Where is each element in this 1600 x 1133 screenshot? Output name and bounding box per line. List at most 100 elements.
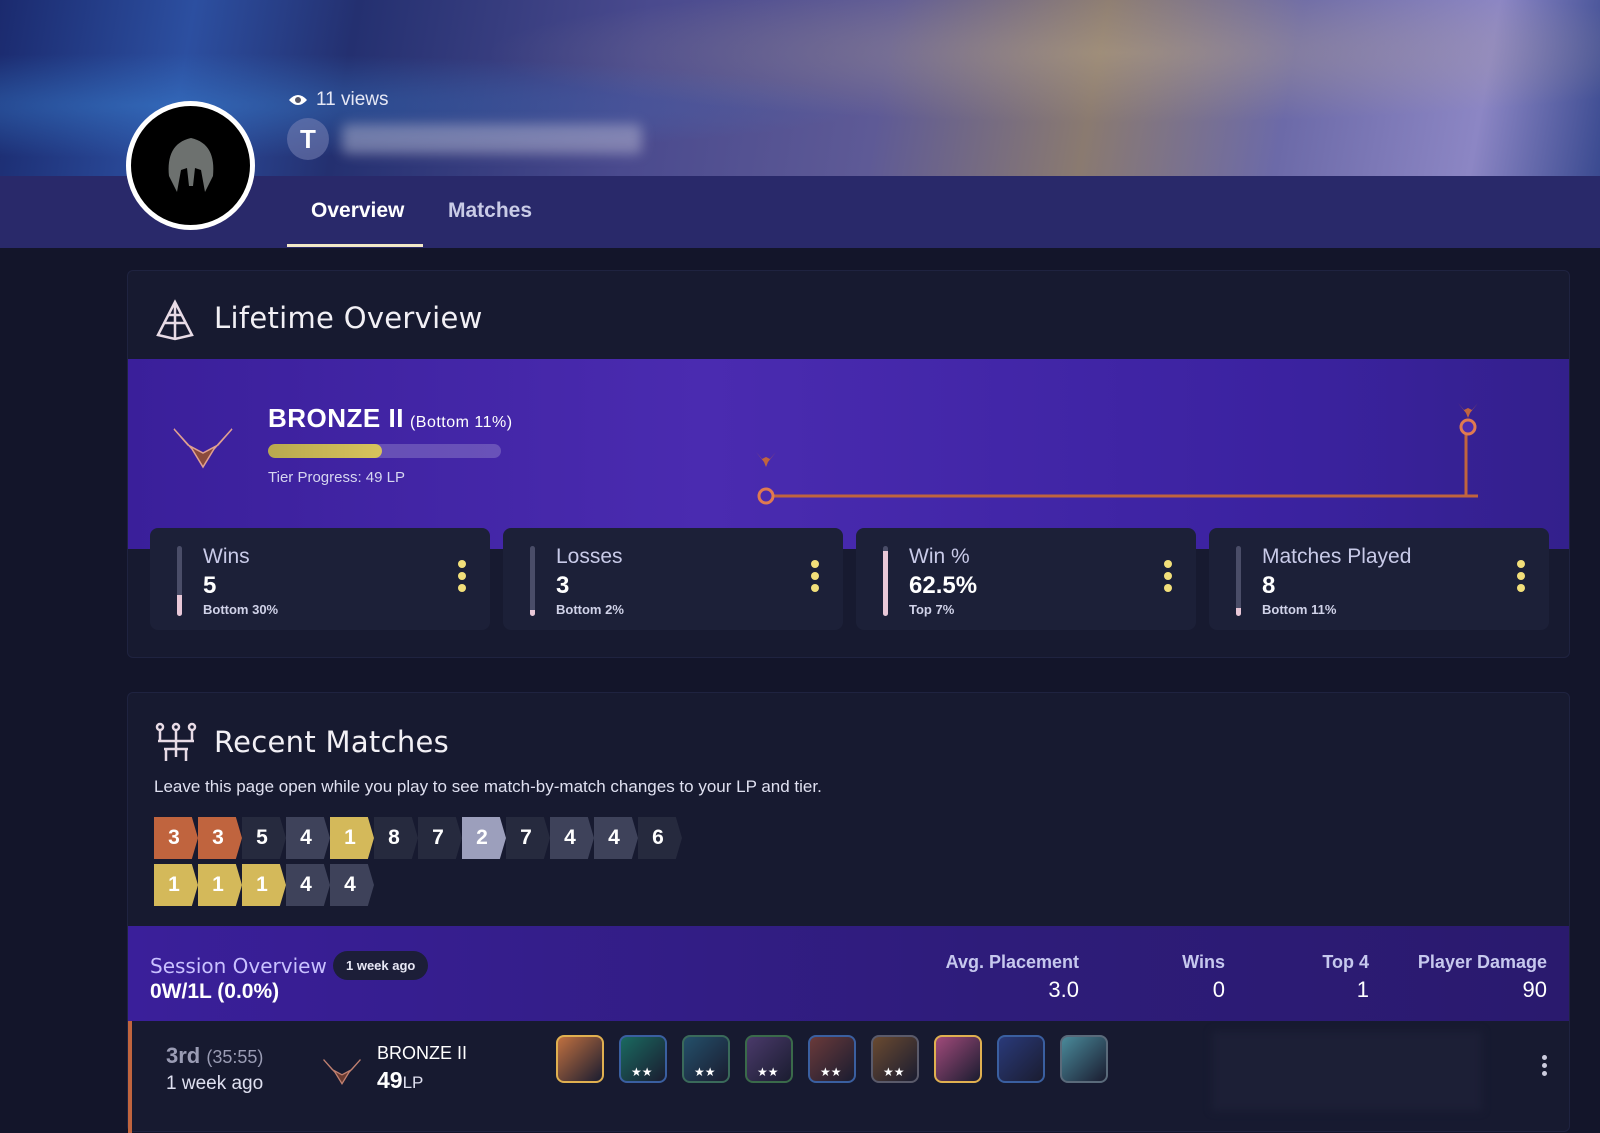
- placement-chip[interactable]: 1: [154, 864, 198, 906]
- placement-chip[interactable]: 1: [330, 817, 374, 859]
- bronze-rank-emblem-icon: [173, 428, 233, 469]
- stat-card-matches-played: Matches Played 8 Bottom 11%: [1209, 528, 1549, 630]
- session-wins: Wins 0: [1182, 952, 1225, 1002]
- stat-label: Matches Played: [1262, 545, 1412, 568]
- session-avg-placement: Avg. Placement 3.0: [945, 952, 1079, 1002]
- helmet-icon: [168, 137, 213, 192]
- avatar: [126, 101, 255, 230]
- card-title: Lifetime Overview: [214, 301, 483, 335]
- redacted-traits: [1212, 1031, 1482, 1111]
- stat-percentile: Bottom 11%: [1262, 602, 1337, 617]
- session-overview: Session Overview 1 week ago 0W/1L (0.0%)…: [128, 926, 1569, 1021]
- champion-unit-icon[interactable]: ★★: [745, 1035, 793, 1083]
- placement-chip[interactable]: 4: [594, 817, 638, 859]
- stat-percentile-bar: [177, 546, 182, 616]
- tier-progress-bar: [268, 444, 501, 458]
- champion-unit-icon[interactable]: [556, 1035, 604, 1083]
- lp-point[interactable]: [757, 487, 775, 505]
- stat-percentile-bar: [1236, 546, 1241, 616]
- placement-chip[interactable]: 1: [242, 864, 286, 906]
- view-count: 11 views: [288, 89, 389, 111]
- placement-chip[interactable]: 1: [198, 864, 242, 906]
- stat-label: Win %: [909, 545, 970, 568]
- more-options-icon[interactable]: [811, 560, 819, 592]
- tier-progress-fill: [268, 444, 383, 458]
- bracket-icon: [155, 722, 197, 761]
- rank-percentile: (Bottom 11%): [409, 414, 513, 431]
- placement-chip[interactable]: 2: [462, 817, 506, 859]
- tab-overview[interactable]: Overview: [311, 199, 404, 223]
- champion-unit-icon[interactable]: ★★: [871, 1035, 919, 1083]
- match-placement: 3rd (35:55): [166, 1043, 264, 1068]
- rank-emblem-icon: [1458, 403, 1478, 418]
- stat-card-wins: Wins 5 Bottom 30%: [150, 528, 490, 630]
- rank-name: BRONZE II (Bottom 11%): [268, 403, 513, 433]
- stat-percentile: Bottom 30%: [203, 602, 279, 617]
- placement-chip[interactable]: 7: [418, 817, 462, 859]
- platform-logo-icon: T: [287, 118, 329, 160]
- session-record: 0W/1L (0.0%): [150, 980, 280, 1003]
- match-row[interactable]: 3rd (35:55) 1 week ago BRONZE II 49LP ★★…: [128, 1021, 1569, 1133]
- stat-card-win-: Win % 62.5% Top 7%: [856, 528, 1196, 630]
- stat-label: Losses: [556, 545, 623, 568]
- match-more-menu[interactable]: [1542, 1055, 1547, 1076]
- rank-band: BRONZE II (Bottom 11%) Tier Progress: 49 …: [128, 359, 1569, 549]
- placement-chip[interactable]: 4: [286, 817, 330, 859]
- champion-unit-icon[interactable]: ★★: [619, 1035, 667, 1083]
- star-icon: ★★: [757, 1065, 779, 1079]
- session-top4: Top 41: [1322, 952, 1369, 1002]
- session-time-badge: 1 week ago: [333, 951, 429, 980]
- champion-unit-icon[interactable]: ★★: [682, 1035, 730, 1083]
- active-tab-indicator: [287, 244, 423, 247]
- placement-chip[interactable]: 3: [154, 817, 198, 859]
- stat-percentile: Bottom 2%: [556, 602, 624, 617]
- placement-chip[interactable]: 6: [638, 817, 682, 859]
- placement-chip[interactable]: 5: [242, 817, 286, 859]
- champion-unit-icon[interactable]: ★★: [808, 1035, 856, 1083]
- match-lp: 49LP: [377, 1067, 424, 1093]
- more-options-icon[interactable]: [1517, 560, 1525, 592]
- redacted-username: [342, 124, 642, 154]
- star-icon: ★★: [631, 1065, 653, 1079]
- pyramid-icon: [156, 299, 194, 341]
- champion-unit-icon[interactable]: [1060, 1035, 1108, 1083]
- stat-percentile-fill: [530, 610, 535, 616]
- stat-percentile-fill: [883, 550, 888, 616]
- tab-matches[interactable]: Matches: [448, 199, 532, 223]
- placement-chip[interactable]: 4: [286, 864, 330, 906]
- stat-percentile: Top 7%: [909, 602, 955, 617]
- more-options-icon[interactable]: [458, 560, 466, 592]
- stat-percentile-bar: [530, 546, 535, 616]
- stat-value: 62.5%: [909, 572, 978, 599]
- session-player-damage: Player Damage 90: [1417, 952, 1547, 1002]
- placement-chip[interactable]: 7: [506, 817, 550, 859]
- lp-point[interactable]: [1459, 418, 1477, 436]
- stat-percentile-fill: [1236, 608, 1241, 616]
- stat-label: Wins: [203, 545, 250, 568]
- stat-card-losses: Losses 3 Bottom 2%: [503, 528, 843, 630]
- star-icon: ★★: [820, 1065, 842, 1079]
- recent-matches-card: Recent Matches Leave this page open whil…: [127, 692, 1570, 1133]
- placement-chip[interactable]: 8: [374, 817, 418, 859]
- star-icon: ★★: [883, 1065, 905, 1079]
- stat-value: 5: [203, 572, 217, 599]
- more-options-icon[interactable]: [1164, 560, 1172, 592]
- stat-value: 3: [556, 572, 570, 599]
- stat-percentile-fill: [177, 595, 182, 616]
- champion-unit-icon[interactable]: [934, 1035, 982, 1083]
- lp-history-graph: [756, 403, 1478, 505]
- session-title: Session Overview: [150, 954, 327, 978]
- placement-chip[interactable]: 4: [550, 817, 594, 859]
- placement-chip[interactable]: 4: [330, 864, 374, 906]
- recent-description: Leave this page open while you play to s…: [154, 777, 822, 796]
- eye-icon: [289, 95, 307, 105]
- rank-emblem-icon: [756, 452, 776, 467]
- champion-unit-icon[interactable]: [997, 1035, 1045, 1083]
- star-icon: ★★: [694, 1065, 716, 1079]
- bronze-rank-emblem-icon: [323, 1059, 361, 1085]
- placement-chip[interactable]: 3: [198, 817, 242, 859]
- stat-value: 8: [1262, 572, 1276, 599]
- match-time: 1 week ago: [166, 1073, 264, 1094]
- stat-percentile-bar: [883, 546, 888, 616]
- card-title: Recent Matches: [214, 725, 450, 759]
